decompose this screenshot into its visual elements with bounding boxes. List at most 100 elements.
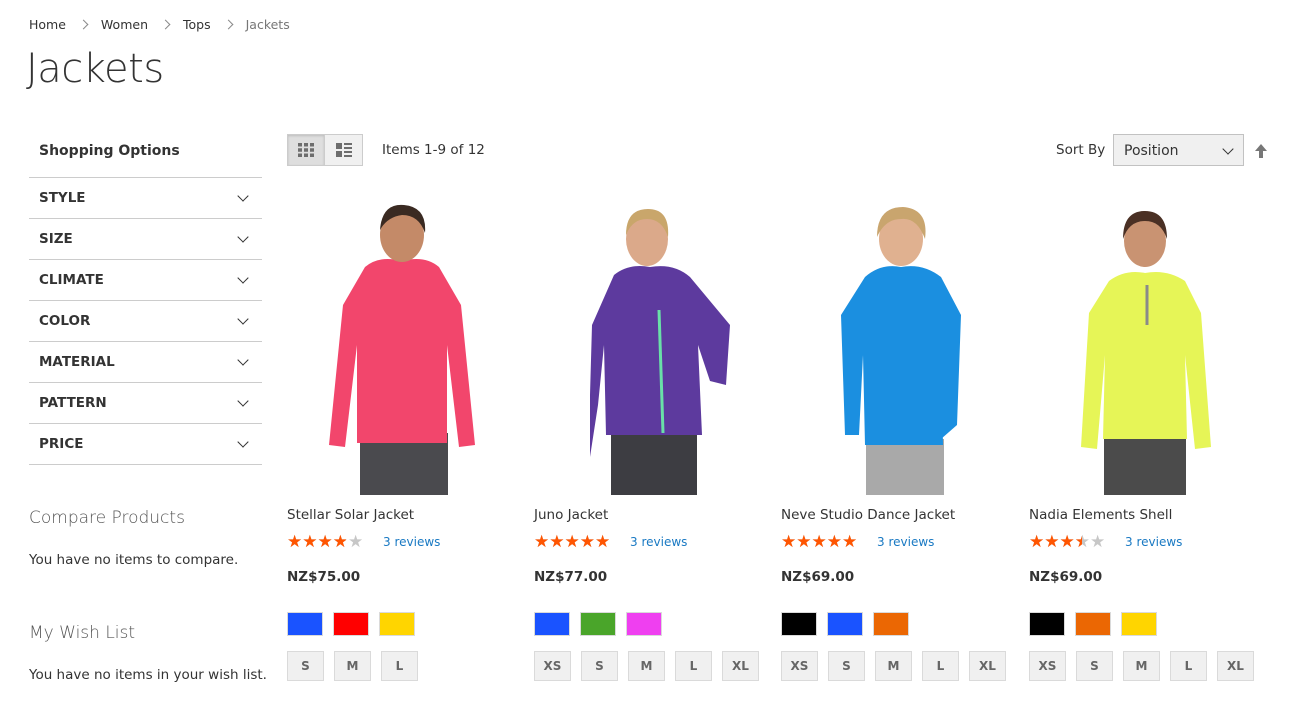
size-option[interactable]: S [828,651,865,681]
compare-empty-text: You have no items to compare. [29,552,239,568]
size-option[interactable]: M [875,651,912,681]
size-option[interactable]: S [581,651,618,681]
size-options: XS S M L XL [534,651,759,681]
size-option[interactable]: M [334,651,371,681]
size-option[interactable]: L [922,651,959,681]
breadcrumb-tops[interactable]: Tops [183,17,211,32]
filter-label: CLIMATE [39,272,104,288]
wishlist-empty-text: You have no items in your wish list. [29,667,267,683]
color-swatches [1029,612,1157,636]
filter-style[interactable]: STYLE [29,178,262,219]
product-rating: ★★★★★★★★★★ 3 reviews [781,533,934,551]
product-photo [1081,211,1211,495]
product-image[interactable] [781,195,1011,495]
size-option[interactable]: L [675,651,712,681]
product-name[interactable]: Neve Studio Dance Jacket [781,507,955,523]
product-name[interactable]: Juno Jacket [534,507,608,523]
rating-stars: ★★★★★★★★★★ [287,532,364,552]
product-price: NZ$69.00 [1029,569,1103,585]
size-options: XS S M L XL [1029,651,1254,681]
view-modes [287,134,363,166]
product-card[interactable]: Stellar Solar Jacket ★★★★★★★★★★ 3 review… [287,195,517,681]
filter-material[interactable]: MATERIAL [29,342,262,383]
chevron-down-icon [237,354,249,366]
color-swatch[interactable] [534,612,570,636]
color-swatch[interactable] [1029,612,1065,636]
filter-climate[interactable]: CLIMATE [29,260,262,301]
color-swatch[interactable] [827,612,863,636]
size-option[interactable]: L [1170,651,1207,681]
chevron-down-icon [237,231,249,243]
items-count: Items 1-9 of 12 [382,142,485,158]
size-option[interactable]: S [1076,651,1113,681]
size-option[interactable]: M [628,651,665,681]
color-swatch[interactable] [287,612,323,636]
grid-view-button[interactable] [287,134,325,166]
list-view-button[interactable] [325,134,363,166]
size-option[interactable]: M [1123,651,1160,681]
pants [611,431,697,495]
filter-color[interactable]: COLOR [29,301,262,342]
breadcrumb-home[interactable]: Home [29,17,66,32]
product-rating: ★★★★★★★★★★ 3 reviews [287,533,440,551]
breadcrumb-current: Jackets [245,17,290,32]
size-option[interactable]: S [287,651,324,681]
size-option[interactable]: XS [781,651,818,681]
color-swatches [781,612,909,636]
chevron-down-icon [237,313,249,325]
size-option[interactable]: XS [1029,651,1066,681]
wishlist-title: My Wish List [29,623,136,643]
color-swatch[interactable] [626,612,662,636]
reviews-link[interactable]: 3 reviews [383,535,440,549]
product-photo [590,209,730,495]
size-option[interactable]: XL [1217,651,1254,681]
product-price: NZ$69.00 [781,569,855,585]
product-rating: ★★★★★★★★★★ 3 reviews [1029,533,1182,551]
product-photo [841,207,961,495]
jacket [329,259,475,447]
reviews-link[interactable]: 3 reviews [1125,535,1182,549]
color-swatch[interactable] [1075,612,1111,636]
shopping-options-title: Shopping Options [29,130,262,178]
filter-label: PRICE [39,436,84,452]
color-swatch[interactable] [781,612,817,636]
color-swatch[interactable] [580,612,616,636]
filter-label: SIZE [39,231,73,247]
product-card[interactable]: Neve Studio Dance Jacket ★★★★★ ★★★★★ 3 re… [781,195,1011,681]
sort-select[interactable]: Position [1113,134,1244,166]
size-option[interactable]: XS [534,651,571,681]
chevron-right-icon [160,19,171,30]
breadcrumb-women[interactable]: Women [101,17,148,32]
list-icon [335,143,352,157]
product-rating: ★★★★★★★★★★ 3 reviews [534,533,687,551]
toolbar: Items 1-9 of 12 Sort By Position [287,134,1267,166]
size-option[interactable]: XL [722,651,759,681]
product-card[interactable]: Nadia Elements Shell ★★★★★★★★★★ 3 review… [1029,195,1259,681]
pants [1104,435,1186,495]
product-image[interactable] [534,195,764,495]
product-name[interactable]: Stellar Solar Jacket [287,507,414,523]
color-swatch[interactable] [333,612,369,636]
filter-size[interactable]: SIZE [29,219,262,260]
product-price: NZ$77.00 [534,569,608,585]
product-card[interactable]: Juno Jacket ★★★★★ ★★★★★ 3 reviews NZ$77.0… [534,195,764,681]
chevron-down-icon [237,190,249,202]
rating-stars: ★★★★★★★★★★ [781,532,858,552]
color-swatch[interactable] [873,612,909,636]
filter-pattern[interactable]: PATTERN [29,383,262,424]
filter-label: PATTERN [39,395,107,411]
filter-label: MATERIAL [39,354,115,370]
product-name[interactable]: Nadia Elements Shell [1029,507,1172,523]
sort-direction-arrow-icon[interactable] [1253,142,1269,160]
reviews-link[interactable]: 3 reviews [877,535,934,549]
color-swatch[interactable] [1121,612,1157,636]
reviews-link[interactable]: 3 reviews [630,535,687,549]
size-option[interactable]: XL [969,651,1006,681]
size-options: S M L [287,651,418,681]
pants [866,439,944,495]
size-option[interactable]: L [381,651,418,681]
color-swatch[interactable] [379,612,415,636]
filter-price[interactable]: PRICE [29,424,262,465]
product-image[interactable] [1029,195,1259,495]
product-image[interactable] [287,195,517,495]
